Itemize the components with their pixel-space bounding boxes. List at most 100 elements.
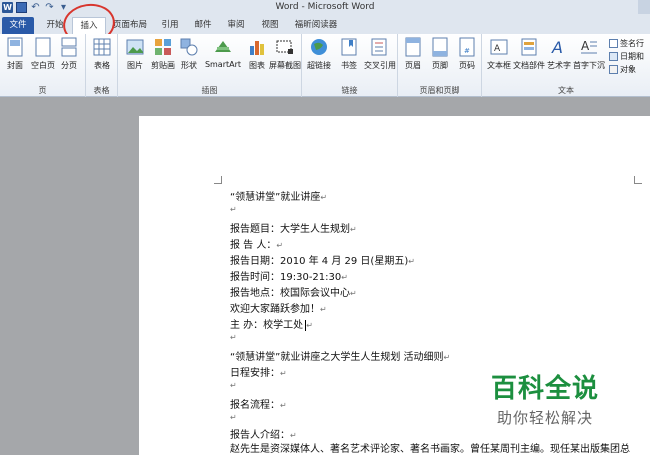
footer-button[interactable]: 页脚 [425,36,455,71]
cover-page-button[interactable]: 封面 [0,36,30,71]
cross-reference-button[interactable]: 交叉引用 [362,36,398,71]
smartart-label: SmartArt [204,60,242,69]
blank-page-label: 空白页 [31,61,55,70]
picture-label: 图片 [127,61,143,70]
calendar-icon [609,52,618,61]
doc-line: “领慧讲堂”就业讲座之大学生人生规划 活动细则↵ [230,352,451,363]
screenshot-button[interactable]: 屏幕截图 [268,36,302,71]
drop-cap-icon: A [579,36,599,58]
quick-parts-label: 文档部件 [513,61,545,70]
margin-corner-mark [214,176,222,184]
header-icon [403,36,423,58]
tab-view[interactable]: 视图 [256,17,284,34]
tab-foxit-reader[interactable]: 福昕阅读器 [291,17,341,34]
wordart-button[interactable]: A 艺术字 [544,36,574,71]
object-button[interactable]: 对象 [609,64,636,75]
page-break-label: 分页 [61,61,77,70]
doc-line: 日程安排：↵ [230,368,287,379]
watermark-title: 百科全说 [490,374,599,404]
signature-label: 签名行 [620,39,644,48]
page-number-label: 页码 [459,61,475,70]
svg-text:A: A [494,44,501,54]
doc-line: 赵先生是资深媒体人、著名艺术评论家、著名书画家。曾任某周刊主编。现任某出版集团总 [230,444,630,455]
header-button[interactable]: 页眉 [398,36,428,71]
doc-line: “领慧讲堂”就业讲座↵ [230,192,328,203]
tab-page-layout[interactable]: 页面布局 [110,17,150,34]
title-bar: W ↶ ↷ ▾ Word - Microsoft Word [0,0,650,17]
tab-review[interactable]: 审阅 [222,17,250,34]
tab-home[interactable]: 开始 [40,17,70,34]
group-links-label: 链接 [341,86,358,95]
wordart-label: 艺术字 [547,61,571,70]
group-pages: 封面 空白页 分页 页 [0,34,86,97]
blank-page-icon [33,36,53,58]
cross-reference-icon [370,36,390,58]
group-pages-label: 页 [38,86,47,95]
group-text: A 文本框 文档部件 A 艺术字 A 首字下沉 签名行 日期和 对象 文本 [482,34,650,97]
object-icon [609,65,618,74]
ribbon-insert: 封面 空白页 分页 页 表格 表格 图片 剪贴画 形状 SmartArt 图表 … [0,34,650,97]
doc-line: ↵ [230,205,237,214]
chart-icon [247,36,267,58]
tab-insert[interactable]: 插入 [72,17,106,34]
textbox-label: 文本框 [487,61,511,70]
page-break-button[interactable]: 分页 [54,36,84,71]
page-number-button[interactable]: # 页码 [452,36,482,71]
group-illustrations: 图片 剪贴画 形状 SmartArt 图表 屏幕截图 插图 [118,34,302,97]
screenshot-icon [275,36,295,58]
doc-line: 报告日期：2010 年 4 月 29 日(星期五)↵ [230,256,415,267]
bookmark-button[interactable]: 书签 [334,36,364,71]
textbox-icon: A [489,36,509,58]
doc-line: ↵ [230,381,237,390]
table-button[interactable]: 表格 [87,36,117,71]
clipart-label: 剪贴画 [151,61,175,70]
group-tables: 表格 表格 [86,34,118,97]
tab-references[interactable]: 引用 [156,17,184,34]
watermark-subtitle: 助你轻松解决 [496,409,593,427]
quick-parts-button[interactable]: 文档部件 [513,36,545,71]
page-break-icon [59,36,79,58]
picture-button[interactable]: 图片 [120,36,150,71]
doc-line: 报 告 人：↵ [230,240,284,251]
group-illustrations-label: 插图 [201,86,218,95]
date-time-label: 日期和 [620,52,644,61]
shapes-label: 形状 [181,61,197,70]
picture-icon [125,36,145,58]
group-tables-label: 表格 [93,86,110,95]
drop-cap-button[interactable]: A 首字下沉 [573,36,605,71]
wordart-icon: A [549,36,569,58]
globe-icon [309,36,329,58]
doc-line: 报告地点：校国际会议中心↵ [230,288,357,299]
window-title: Word - Microsoft Word [275,2,375,12]
shapes-button[interactable]: 形状 [174,36,204,71]
doc-line: 报告人介绍：↵ [230,430,297,441]
ribbon-tabs: 文件 开始 插入 页面布局 引用 邮件 审阅 视图 福昕阅读器 [0,17,650,34]
doc-line: 报告题目：大学生人生规划↵ [230,224,357,235]
window-control-button[interactable] [638,0,650,14]
svg-text:A: A [581,39,590,53]
chart-label: 图表 [249,61,265,70]
cross-reference-label: 交叉引用 [364,61,396,70]
textbox-button[interactable]: A 文本框 [484,36,514,71]
date-time-button[interactable]: 日期和 [609,51,644,62]
drop-cap-label: 首字下沉 [573,61,605,70]
tab-mailings[interactable]: 邮件 [189,17,217,34]
header-label: 页眉 [405,61,421,70]
shapes-icon [179,36,199,58]
signature-line-button[interactable]: 签名行 [609,38,644,49]
tab-file[interactable]: 文件 [2,17,34,34]
table-icon [92,36,112,58]
smartart-button[interactable]: SmartArt [204,36,242,69]
cover-page-label: 封面 [7,61,23,70]
hyperlink-button[interactable]: 超链接 [304,36,334,71]
page-number-icon: # [457,36,477,58]
svg-text:#: # [464,47,470,55]
doc-line: 报告时间：19:30-21:30↵ [230,272,348,283]
doc-line: 主 办：校学工处 ↵ [230,319,313,331]
margin-corner-mark [634,176,642,184]
doc-line: ↵ [230,333,237,342]
watermark-logo: 百科全说 助你轻松解决 [480,368,610,428]
group-header-footer: 页眉 页脚 # 页码 页眉和页脚 [398,34,482,97]
cover-page-icon [5,36,25,58]
screenshot-label: 屏幕截图 [269,61,301,70]
